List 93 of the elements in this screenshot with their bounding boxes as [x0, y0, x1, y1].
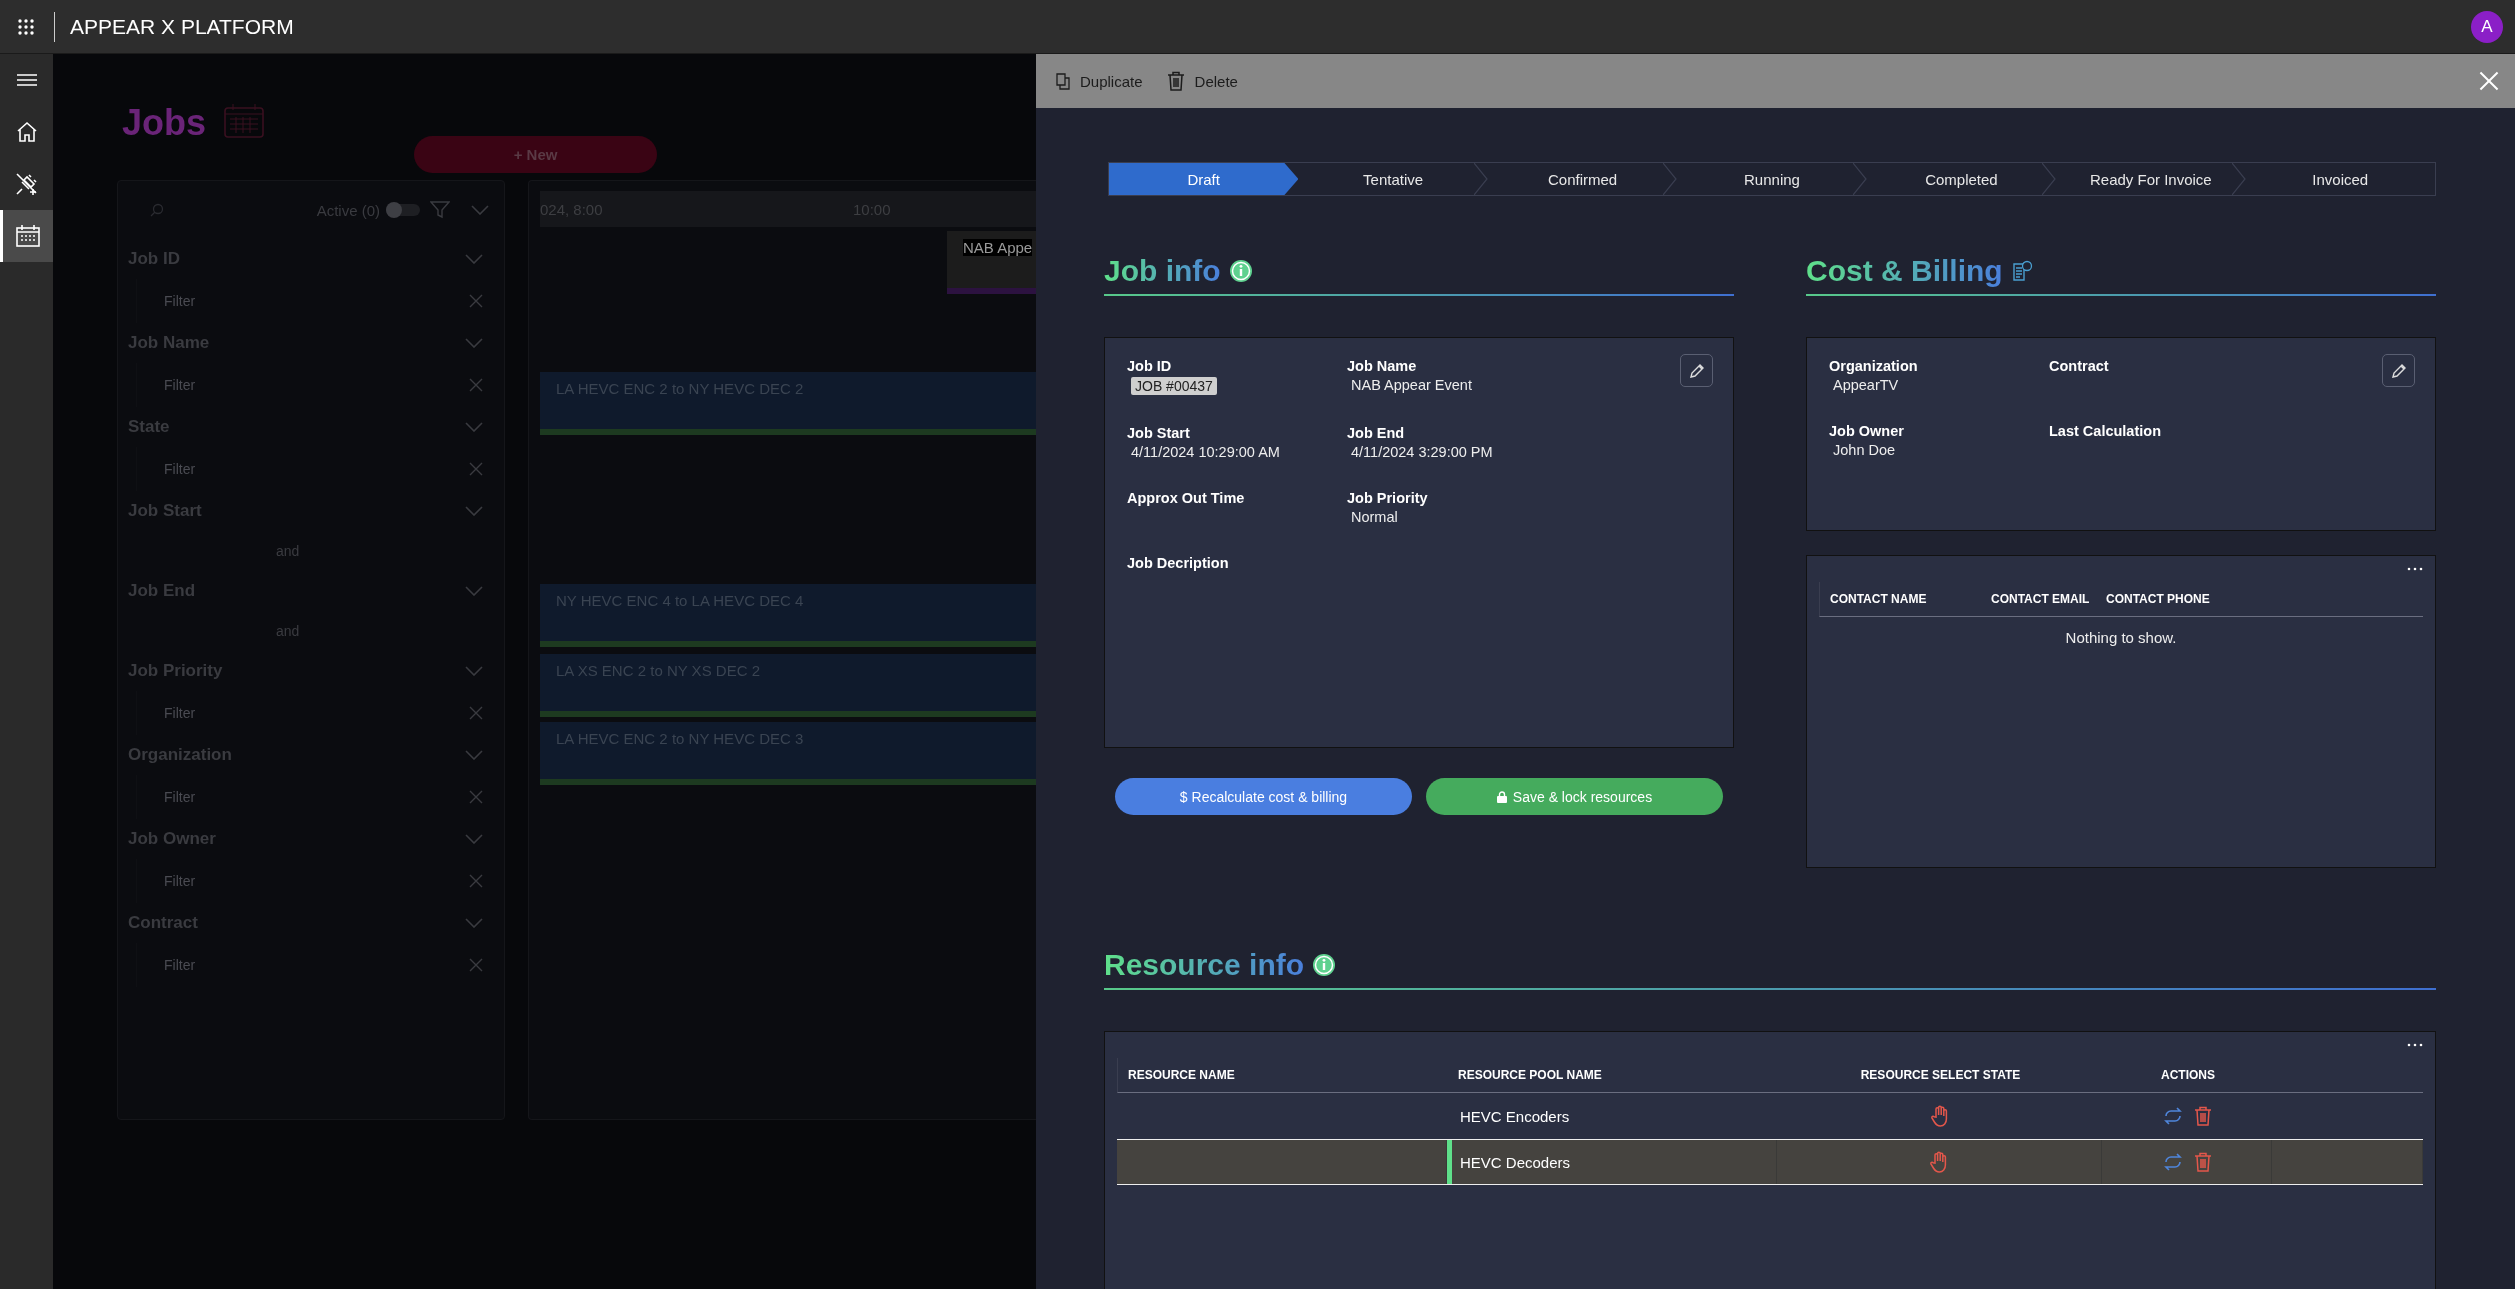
chevron-down-icon[interactable]	[465, 834, 483, 844]
calendar-icon[interactable]	[16, 225, 40, 247]
clear-icon[interactable]	[469, 790, 483, 804]
user-avatar[interactable]: A	[2471, 10, 2503, 43]
calendar-icon	[224, 104, 265, 138]
field-label: Job Priority	[1347, 490, 1428, 506]
field-value: Normal	[1351, 509, 1399, 525]
home-icon[interactable]	[15, 121, 38, 143]
active-toggle[interactable]	[386, 204, 420, 216]
clear-icon[interactable]	[469, 294, 483, 308]
more-icon[interactable]	[2407, 567, 2423, 571]
pool-name: HEVC Decoders	[1460, 1153, 1571, 1171]
stage-step[interactable]: Confirmed	[1487, 163, 1678, 195]
column-header: ACTIONS	[2160, 1068, 2216, 1082]
clear-icon[interactable]	[469, 958, 483, 972]
filter-field[interactable]: Filter	[136, 775, 489, 819]
field-value: 4/11/2024 10:29:00 AM	[1131, 444, 1281, 460]
menu-icon[interactable]	[16, 73, 37, 87]
chevron-down-icon[interactable]	[465, 338, 483, 348]
field-label: Job Decription	[1127, 555, 1229, 571]
column-header: CONTACT NAME	[1829, 592, 1928, 606]
delete-button[interactable]: Delete	[1160, 67, 1244, 95]
column-header: RESOURCE NAME	[1127, 1068, 1236, 1082]
chevron-down-icon[interactable]	[471, 205, 489, 215]
filter-field[interactable]: Filter	[136, 447, 489, 491]
duplicate-button[interactable]: Duplicate	[1050, 68, 1149, 94]
hand-icon[interactable]	[1929, 1151, 1949, 1173]
chevron-down-icon[interactable]	[465, 506, 483, 516]
filter-field[interactable]: Filter	[136, 859, 489, 903]
job-id-tag: JOB #00437	[1131, 377, 1217, 395]
lock-icon	[1496, 790, 1507, 803]
column-header: RESOURCE SELECT STATE	[1859, 1068, 2022, 1082]
edit-button[interactable]	[1680, 354, 1713, 387]
app-title: APPEAR X PLATFORM	[70, 14, 294, 39]
field-label: Approx Out Time	[1127, 490, 1245, 506]
clear-icon[interactable]	[469, 378, 483, 392]
field-label: Job Owner	[1829, 423, 1904, 439]
field-value: AppearTV	[1833, 377, 1900, 393]
chevron-down-icon[interactable]	[465, 918, 483, 928]
field-label: Last Calculation	[2049, 423, 2161, 439]
field-label: Job ID	[1127, 358, 1172, 374]
info-icon[interactable]	[1228, 259, 1253, 283]
resource-row[interactable]: HEVC Encoders	[1117, 1093, 2423, 1139]
chevron-down-icon[interactable]	[465, 422, 483, 432]
column-header: RESOURCE POOL NAME	[1457, 1068, 1603, 1082]
chevron-down-icon[interactable]	[465, 750, 483, 760]
stage-step[interactable]: Completed	[1866, 163, 2057, 195]
nav-item[interactable]	[0, 210, 53, 262]
refresh-icon[interactable]	[2161, 1152, 2184, 1172]
clear-icon[interactable]	[469, 874, 483, 888]
field-label: Job Name	[1347, 358, 1417, 374]
empty-message: Nothing to show.	[2064, 629, 2178, 646]
delete-icon[interactable]	[2194, 1106, 2212, 1126]
funnel-icon[interactable]	[430, 201, 450, 219]
column-header: CONTACT PHONE	[2105, 592, 2211, 606]
pool-name: HEVC Encoders	[1460, 1107, 1570, 1125]
save-lock-button[interactable]: Save & lock resources	[1426, 778, 1723, 815]
clear-icon[interactable]	[469, 706, 483, 720]
invoice-icon	[2010, 260, 2033, 282]
resource-row[interactable]: HEVC Decoders	[1117, 1139, 2423, 1185]
stage-step[interactable]: Tentative	[1298, 163, 1488, 195]
stage-step[interactable]: Invoiced	[2245, 163, 2435, 195]
timeline-event[interactable]: NAB Appe	[947, 231, 1036, 294]
filter-field[interactable]: Filter	[136, 691, 489, 735]
field-label: Organization	[1829, 358, 1918, 374]
field-value: John Doe	[1833, 442, 1897, 458]
chevron-down-icon[interactable]	[465, 666, 483, 676]
field-label: Job Start	[1127, 425, 1190, 441]
copy-icon	[1056, 72, 1070, 90]
delete-icon[interactable]	[2193, 1152, 2212, 1172]
hand-icon[interactable]	[1929, 1105, 1950, 1127]
filter-field[interactable]: Filter	[136, 943, 489, 987]
trash-icon[interactable]	[1166, 71, 1185, 91]
edit-button[interactable]	[2382, 354, 2415, 387]
refresh-icon[interactable]	[2162, 1106, 2184, 1126]
field-label: Job End	[1347, 425, 1405, 441]
app-grid-icon[interactable]	[17, 17, 35, 36]
chevron-down-icon[interactable]	[465, 586, 483, 596]
chevron-down-icon[interactable]	[465, 254, 483, 264]
filter-field[interactable]: Filter	[136, 279, 489, 323]
column-header: CONTACT EMAIL	[1990, 592, 2091, 606]
page-title: Jobs	[122, 102, 207, 144]
stage-step[interactable]: Ready For Invoice	[2056, 163, 2246, 195]
field-label: Contract	[2049, 358, 2109, 374]
more-icon[interactable]	[2407, 1043, 2423, 1047]
field-value: NAB Appear Event	[1351, 377, 1473, 393]
filter-field[interactable]: Filter	[136, 363, 489, 407]
stage-step[interactable]: Draft	[1109, 163, 1299, 195]
recalculate-button[interactable]: $ Recalculate cost & billing	[1115, 778, 1412, 815]
field-value: 4/11/2024 3:29:00 PM	[1351, 444, 1494, 460]
info-icon[interactable]	[1312, 953, 1337, 977]
clear-icon[interactable]	[469, 462, 483, 476]
stage-step[interactable]: Running	[1677, 163, 1867, 195]
